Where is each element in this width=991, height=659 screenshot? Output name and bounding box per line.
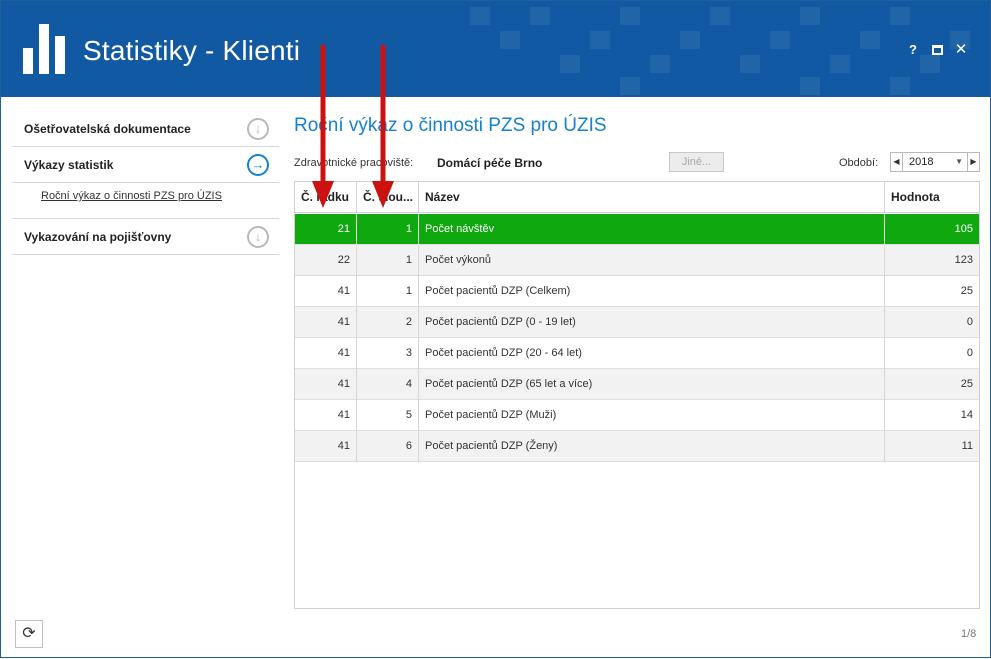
cell-name: Počet pacientů DZP (65 let a více) [419, 369, 885, 400]
cell-value: 11 [961, 440, 973, 452]
cell-value: 25 [960, 378, 973, 390]
other-workplace-button[interactable]: Jiné... [669, 152, 724, 172]
cell-value: 0 [966, 347, 973, 359]
sidebar-item-label: Výkazy statistik [24, 158, 114, 172]
cell-column-number: 3 [357, 338, 419, 369]
cell-column-number: 1 [357, 214, 419, 245]
cell-value: 0 [966, 316, 973, 328]
cell-column-number: 1 [357, 276, 419, 307]
cell-name: Počet pacientů DZP (Ženy) [419, 431, 885, 462]
column-header-row-number[interactable]: Č. řádku [295, 182, 357, 213]
help-button[interactable]: ? [905, 42, 921, 58]
page-title: Roční výkaz o činnosti PZS pro ÚZIS [294, 115, 607, 136]
cell-row-number: 22 [295, 245, 357, 276]
sidebar-item-statistics-reports[interactable]: Výkazy statistik → [13, 147, 279, 183]
sidebar-item-label: Ošetřovatelská dokumentace [24, 122, 191, 136]
cell-name: Počet návštěv [419, 214, 885, 245]
cell-value: 105 [954, 223, 973, 235]
annual-report-link[interactable]: Roční výkaz o činnosti PZS pro ÚZIS [41, 190, 222, 202]
arrow-down-circle-icon[interactable]: ↓ [247, 226, 269, 248]
table-row[interactable]: 41 6 Počet pacientů DZP (Ženy) 11 [295, 431, 979, 462]
period-selector[interactable]: ◀ 2018 ▼ ▶ [890, 152, 980, 172]
cell-name: Počet pacientů DZP (0 - 19 let) [419, 307, 885, 338]
sidebar: Ošetřovatelská dokumentace ↓ Výkazy stat… [13, 111, 279, 255]
table-row[interactable]: 41 2 Počet pacientů DZP (0 - 19 let) 0 [295, 307, 979, 338]
cell-column-number: 1 [357, 245, 419, 276]
cell-value: 123 [954, 254, 973, 266]
cell-row-number: 41 [295, 307, 357, 338]
column-header-value[interactable]: Hodnota [885, 182, 979, 213]
refresh-icon: ⟳ [22, 625, 36, 642]
workplace-label: Zdravotnické pracoviště: [294, 157, 414, 169]
maximize-icon [931, 45, 943, 55]
cell-row-number: 41 [295, 338, 357, 369]
period-prev-icon[interactable]: ◀ [891, 153, 903, 171]
period-label: Období: [839, 157, 879, 169]
cell-column-number: 6 [357, 431, 419, 462]
column-header-name[interactable]: Název [419, 182, 885, 213]
cell-column-number: 4 [357, 369, 419, 400]
cell-row-number: 41 [295, 400, 357, 431]
workplace-value: Domácí péče Brno [437, 156, 543, 170]
cell-name: Počet výkonů [419, 245, 885, 276]
page-indicator: 1/8 [961, 628, 977, 640]
sidebar-subitem-annual-report: Roční výkaz o činnosti PZS pro ÚZIS [13, 183, 279, 219]
column-header-column-number[interactable]: Č. slou... [357, 182, 419, 213]
cell-column-number: 5 [357, 400, 419, 431]
title-bar: Statistiky - Klienti ? ✕ [1, 1, 990, 97]
cell-name: Počet pacientů DZP (Muži) [419, 400, 885, 431]
sidebar-item-label: Vykazování na pojišťovny [24, 230, 172, 244]
cell-row-number: 41 [295, 431, 357, 462]
arrow-down-circle-icon[interactable]: ↓ [247, 118, 269, 140]
cell-name: Počet pacientů DZP (20 - 64 let) [419, 338, 885, 369]
cell-row-number: 21 [295, 214, 357, 245]
close-button[interactable]: ✕ [953, 42, 969, 58]
table-row[interactable]: 41 3 Počet pacientů DZP (20 - 64 let) 0 [295, 338, 979, 369]
period-next-icon[interactable]: ▶ [967, 153, 979, 171]
statistics-logo-icon [23, 24, 67, 74]
cell-row-number: 41 [295, 369, 357, 400]
cell-row-number: 41 [295, 276, 357, 307]
table-row[interactable]: 41 5 Počet pacientů DZP (Muži) 14 [295, 400, 979, 431]
app-window: Statistiky - Klienti ? ✕ Ošetřovatelská … [0, 0, 991, 658]
table-header: Č. řádku Č. slou... Název Hodnota [295, 182, 979, 213]
cell-value: 25 [960, 285, 973, 297]
period-value: 2018 [909, 156, 934, 168]
window-title: Statistiky - Klienti [83, 35, 301, 66]
table-row[interactable]: 22 1 Počet výkonů 123 [295, 245, 979, 276]
table-row[interactable]: 41 4 Počet pacientů DZP (65 let a více) 25 [295, 369, 979, 400]
sidebar-item-nursing-docs[interactable]: Ošetřovatelská dokumentace ↓ [13, 111, 279, 147]
maximize-button[interactable] [929, 42, 945, 58]
report-table: Č. řádku Č. slou... Název Hodnota 21 1 Poč… [294, 181, 980, 609]
cell-value: 14 [960, 409, 973, 421]
cell-column-number: 2 [357, 307, 419, 338]
refresh-button[interactable]: ⟳ [15, 620, 43, 648]
sidebar-item-insurance-reporting[interactable]: Vykazování na pojišťovny ↓ [13, 219, 279, 255]
table-row[interactable]: 41 1 Počet pacientů DZP (Celkem) 25 [295, 276, 979, 307]
table-row[interactable]: 21 1 Počet návštěv 105 [295, 214, 979, 245]
chevron-down-icon[interactable]: ▼ [955, 155, 963, 169]
arrow-right-circle-icon[interactable]: → [247, 154, 269, 176]
cell-name: Počet pacientů DZP (Celkem) [419, 276, 885, 307]
